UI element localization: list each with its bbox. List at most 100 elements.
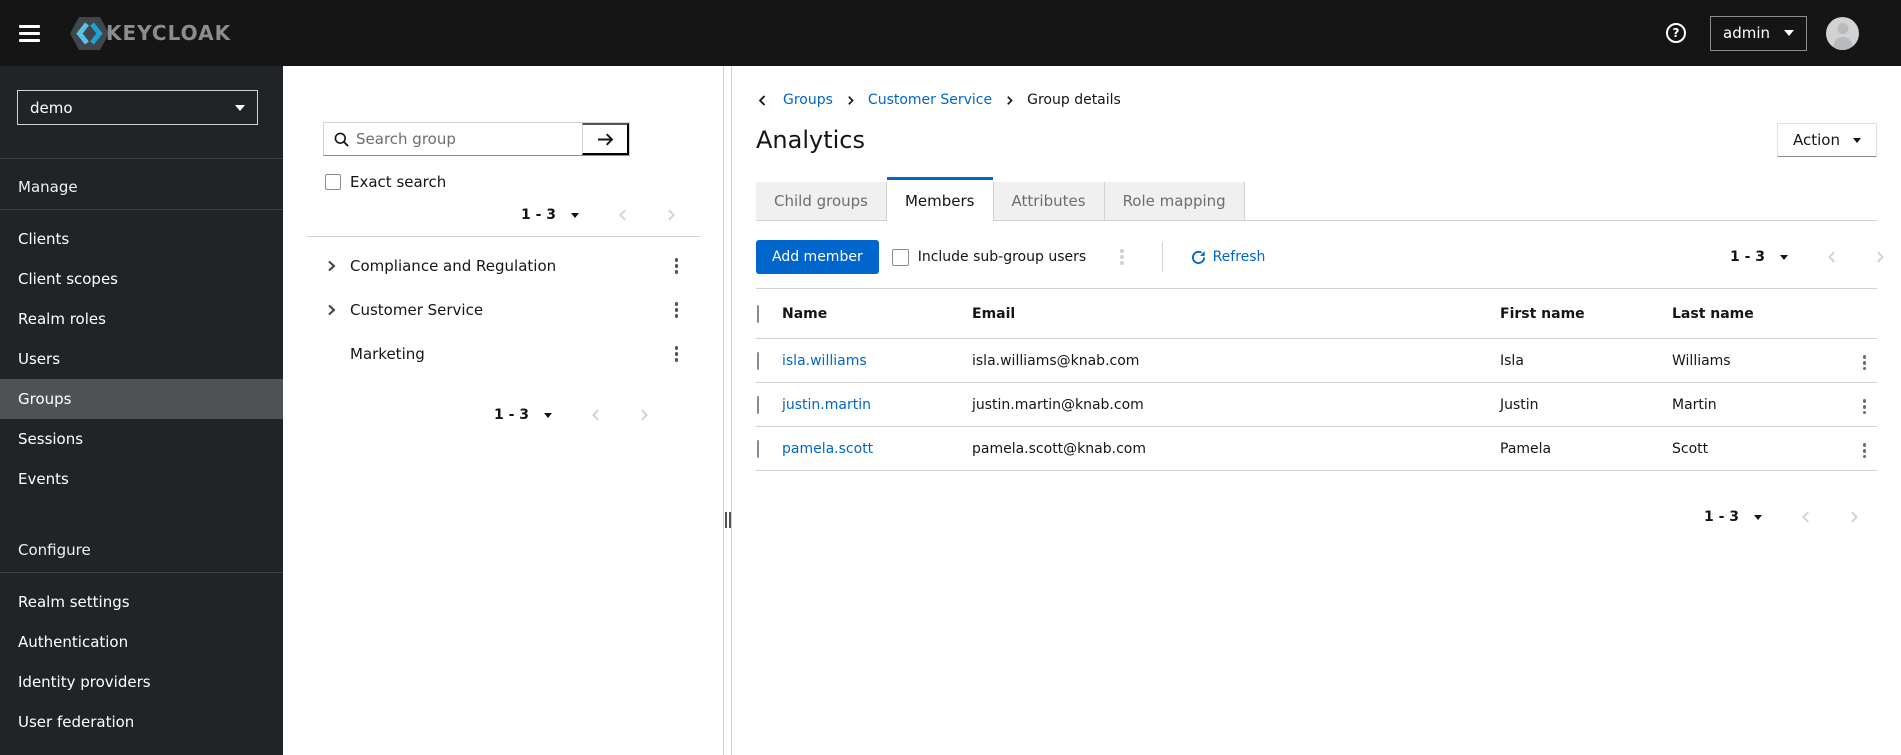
panel-resize-splitter[interactable] xyxy=(723,66,732,755)
search-submit-button[interactable] xyxy=(582,123,629,155)
pagination-next-button[interactable] xyxy=(637,408,651,422)
tree-pagination-top: 1 - 3 xyxy=(283,206,678,224)
breadcrumb-link-customer-service[interactable]: Customer Service xyxy=(868,92,992,108)
column-header-email: Email xyxy=(972,305,1016,322)
column-header-last-name: Last name xyxy=(1672,305,1754,322)
include-subgroups-checkbox[interactable] xyxy=(891,248,909,266)
tab-attributes[interactable]: Attributes xyxy=(992,182,1105,220)
expand-chevron-icon[interactable] xyxy=(323,304,339,316)
sidebar-item-realm-settings[interactable]: Realm settings xyxy=(0,582,283,622)
breadcrumb-back-icon[interactable] xyxy=(756,94,769,107)
breadcrumb-current: Group details xyxy=(1027,92,1121,108)
pagination-prev-button[interactable] xyxy=(1825,250,1839,264)
arrow-right-icon xyxy=(597,131,614,148)
select-all-checkbox[interactable] xyxy=(757,304,759,323)
row-kebab-menu-icon[interactable] xyxy=(1859,395,1870,418)
row-checkbox[interactable] xyxy=(757,439,759,458)
refresh-icon xyxy=(1191,250,1205,264)
table-row: justin.martin justin.martin@knab.com Jus… xyxy=(756,383,1877,427)
page-title: Analytics xyxy=(756,126,865,154)
divider xyxy=(1161,242,1163,272)
add-member-button[interactable]: Add member xyxy=(756,240,879,274)
table-pagination-bottom: 1 - 3 xyxy=(756,508,1861,526)
pagination-options-caret-icon[interactable] xyxy=(1780,254,1788,260)
include-subgroups-label: Include sub-group users xyxy=(917,249,1087,265)
pagination-prev-button[interactable] xyxy=(616,208,630,222)
member-email: pamela.scott@knab.com xyxy=(972,440,1146,457)
chevron-down-icon xyxy=(1784,30,1794,36)
member-email: isla.williams@knab.com xyxy=(972,352,1140,369)
members-table: Name Email First name Last name isla.wil… xyxy=(756,288,1877,471)
pagination-range: 1 - 3 xyxy=(520,207,556,223)
sidebar-item-user-federation[interactable]: User federation xyxy=(0,702,283,742)
sidebar-item-authentication[interactable]: Authentication xyxy=(0,622,283,662)
group-name[interactable]: Marketing xyxy=(350,345,425,363)
sidebar-item-identity-providers[interactable]: Identity providers xyxy=(0,662,283,702)
breadcrumb: Groups Customer Service Group details xyxy=(756,92,1877,108)
pagination-prev-button[interactable] xyxy=(589,408,603,422)
pagination-range: 1 - 3 xyxy=(1703,509,1739,525)
sidebar-item-client-scopes[interactable]: Client scopes xyxy=(0,259,283,299)
action-label: Action xyxy=(1793,131,1840,149)
tree-item-marketing: Marketing xyxy=(283,332,723,376)
tree-item-compliance-and-regulation: Compliance and Regulation xyxy=(283,244,723,288)
group-name[interactable]: Compliance and Regulation xyxy=(350,257,556,275)
masthead: KEYCLOAK ? admin xyxy=(0,0,1901,66)
member-name-link[interactable]: justin.martin xyxy=(782,397,871,413)
row-checkbox[interactable] xyxy=(757,351,759,370)
realm-selector[interactable]: demo xyxy=(17,90,258,125)
refresh-button[interactable]: Refresh xyxy=(1191,249,1265,265)
kebab-menu-icon[interactable] xyxy=(671,342,682,365)
breadcrumb-link-groups[interactable]: Groups xyxy=(783,92,833,108)
pagination-prev-button[interactable] xyxy=(1799,510,1813,524)
exact-search-label: Exact search xyxy=(350,173,447,191)
tab-members[interactable]: Members xyxy=(886,177,993,221)
section-label-manage: Manage xyxy=(18,178,78,196)
group-tree: Compliance and Regulation Customer Servi… xyxy=(283,244,723,376)
sidebar-item-clients[interactable]: Clients xyxy=(0,219,283,259)
row-kebab-menu-icon[interactable] xyxy=(1859,351,1870,374)
member-first-name: Justin xyxy=(1500,396,1539,413)
chevron-right-icon xyxy=(845,95,856,106)
resize-grip-icon xyxy=(724,512,731,528)
tab-role-mapping[interactable]: Role mapping xyxy=(1104,182,1245,220)
sidebar-item-users[interactable]: Users xyxy=(0,339,283,379)
username: admin xyxy=(1723,24,1770,42)
group-name[interactable]: Customer Service xyxy=(350,301,483,319)
help-icon[interactable]: ? xyxy=(1666,23,1686,43)
avatar[interactable] xyxy=(1826,16,1859,50)
keycloak-logo: KEYCLOAK xyxy=(69,16,231,51)
toolbar-kebab-menu-icon[interactable] xyxy=(1116,245,1127,268)
sidebar-item-realm-roles[interactable]: Realm roles xyxy=(0,299,283,339)
table-pagination-top: 1 - 3 xyxy=(1730,248,1887,266)
sidebar-item-events[interactable]: Events xyxy=(0,459,283,499)
pagination-options-caret-icon[interactable] xyxy=(1754,514,1762,520)
row-kebab-menu-icon[interactable] xyxy=(1859,439,1870,462)
member-first-name: Pamela xyxy=(1500,440,1552,457)
sidebar-item-groups[interactable]: Groups xyxy=(0,379,283,419)
expand-chevron-icon[interactable] xyxy=(323,260,339,272)
pagination-next-button[interactable] xyxy=(664,208,678,222)
tree-pagination-bottom: 1 - 3 xyxy=(283,406,651,424)
hamburger-menu-icon[interactable] xyxy=(19,24,40,42)
keycloak-logo-icon xyxy=(69,16,110,51)
kebab-menu-icon[interactable] xyxy=(671,298,682,321)
table-row: pamela.scott pamela.scott@knab.com Pamel… xyxy=(756,427,1877,471)
member-name-link[interactable]: pamela.scott xyxy=(782,441,873,457)
search-group-input[interactable] xyxy=(356,130,574,148)
pagination-next-button[interactable] xyxy=(1847,510,1861,524)
row-checkbox[interactable] xyxy=(757,395,759,414)
kebab-menu-icon[interactable] xyxy=(671,254,682,277)
user-dropdown[interactable]: admin xyxy=(1710,15,1807,51)
members-toolbar: Add member Include sub-group users Refre… xyxy=(756,240,1884,274)
action-dropdown-button[interactable]: Action xyxy=(1777,123,1877,157)
pagination-next-button[interactable] xyxy=(1873,250,1887,264)
tab-child-groups[interactable]: Child groups xyxy=(756,182,887,220)
sidebar-item-sessions[interactable]: Sessions xyxy=(0,419,283,459)
member-name-link[interactable]: isla.williams xyxy=(782,353,867,369)
pagination-options-caret-icon[interactable] xyxy=(544,412,552,418)
pagination-options-caret-icon[interactable] xyxy=(571,212,579,218)
tree-item-customer-service: Customer Service xyxy=(283,288,723,332)
exact-search-checkbox[interactable] xyxy=(325,174,341,190)
group-search xyxy=(323,122,630,156)
